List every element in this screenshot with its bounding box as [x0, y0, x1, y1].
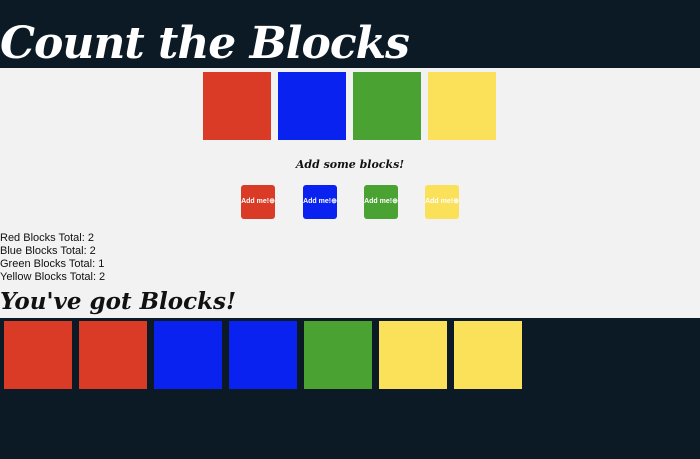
yellow-total: Yellow Blocks Total: 2 [0, 271, 106, 283]
add-red-label: Add me! [241, 198, 270, 205]
red-block [79, 321, 147, 389]
red-block [4, 321, 72, 389]
add-yellow-button[interactable]: Add me!⊕ [425, 185, 459, 219]
blue-block-swatch [278, 72, 346, 140]
green-total: Green Blocks Total: 1 [0, 258, 105, 270]
plus-circle-icon: ⊕ [269, 198, 275, 205]
yellow-block [379, 321, 447, 389]
green-block [304, 321, 372, 389]
add-green-button[interactable]: Add me!⊕ [364, 185, 398, 219]
collection-heading: You've got Blocks! [0, 288, 237, 315]
green-block-swatch [353, 72, 421, 140]
red-block-swatch [203, 72, 271, 140]
add-blocks-prompt: Add some blocks! [295, 158, 405, 171]
plus-circle-icon: ⊕ [453, 198, 459, 205]
add-blue-button[interactable]: Add me!⊕ [303, 185, 337, 219]
blue-total: Blue Blocks Total: 2 [0, 245, 96, 257]
yellow-block [454, 321, 522, 389]
page-title: Count the Blocks [0, 18, 410, 69]
palette-blocks [203, 72, 496, 140]
plus-circle-icon: ⊕ [392, 198, 398, 205]
yellow-block-swatch [428, 72, 496, 140]
blue-block [229, 321, 297, 389]
red-total: Red Blocks Total: 2 [0, 232, 94, 244]
add-red-button[interactable]: Add me!⊕ [241, 185, 275, 219]
add-green-label: Add me! [364, 198, 393, 205]
block-totals: Red Blocks Total: 2 Blue Blocks Total: 2… [0, 232, 105, 284]
add-blue-label: Add me! [303, 198, 332, 205]
add-yellow-label: Add me! [425, 198, 454, 205]
blue-block [154, 321, 222, 389]
collected-blocks [4, 321, 522, 389]
block-panel: Add some blocks! Add me!⊕ Add me!⊕ Add me!… [0, 68, 700, 318]
plus-circle-icon: ⊕ [331, 198, 337, 205]
